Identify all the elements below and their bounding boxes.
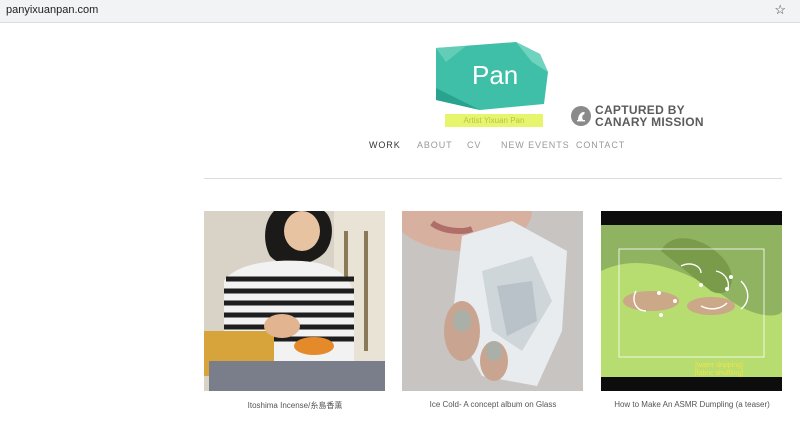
bookmark-star-icon[interactable]: ☆ (774, 2, 786, 18)
browser-address-bar[interactable]: panyixuanpan.com ☆ (0, 0, 800, 23)
nav-cv[interactable]: CV (467, 140, 481, 150)
canary-bird-icon (571, 106, 591, 126)
overlay-text-fabric-shuffling: [fabric shuffling] (695, 370, 744, 377)
canary-mission-badge[interactable]: CAPTURED BY CANARY MISSION (571, 104, 704, 128)
nav-about[interactable]: ABOUT (417, 140, 453, 150)
work-caption-ice-cold[interactable]: Ice Cold- A concept album on Glass (393, 400, 593, 409)
nav-contact[interactable]: CONTACT (576, 140, 625, 150)
url-text[interactable]: panyixuanpan.com (6, 4, 98, 16)
logo-graphic: Pan (436, 42, 548, 110)
logo-text: Pan (472, 60, 518, 90)
header-divider (204, 178, 782, 179)
main-nav: WORK ABOUT CV NEW EVENTS CONTACT (0, 140, 800, 154)
overlay-text-water-dripping: [water dripping] (695, 362, 743, 369)
site-logo[interactable]: Pan (436, 42, 548, 110)
nav-work[interactable]: WORK (369, 140, 401, 150)
work-caption-asmr-dumpling[interactable]: How to Make An ASMR Dumpling (a teaser) (592, 400, 792, 409)
work-thumbnail-asmr-dumpling[interactable]: [water dripping] [fabric shuffling] (601, 211, 782, 391)
work-thumbnail-ice-cold[interactable] (402, 211, 583, 391)
work-caption-itoshima[interactable]: Itoshima Incense/糸島香薫 (195, 400, 395, 411)
canary-line-2: CANARY MISSION (595, 115, 704, 129)
nav-new-events[interactable]: NEW EVENTS (501, 140, 570, 150)
work-thumbnail-itoshima[interactable] (204, 211, 385, 391)
logo-tagline: Artist Yixuan Pan (445, 114, 543, 127)
